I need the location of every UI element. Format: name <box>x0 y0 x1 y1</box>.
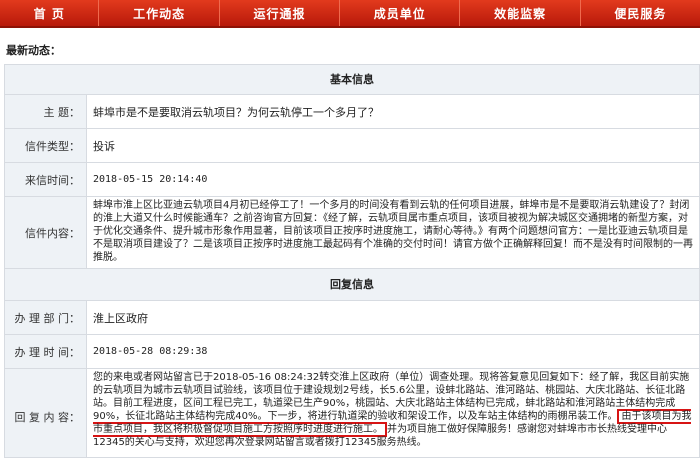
reply-content-text-before: 您的来电或者网站留言已于2018-05-16 08:24:32转交淮上区政府（单… <box>93 372 690 422</box>
letter-content-label: 信件内容： <box>5 197 87 268</box>
nav-item-efficiency-supervision[interactable]: 效能监察 <box>460 0 581 26</box>
nav-item-operation-report[interactable]: 运行通报 <box>220 0 341 26</box>
handling-time-value: 2018-05-28 08:29:38 <box>93 346 208 357</box>
top-nav-bar: 首 页 工作动态 运行通报 成员单位 效能监察 便民服务 <box>0 0 700 28</box>
handling-dept-label: 办 理 部 门： <box>5 301 87 334</box>
handling-time-row: 办 理 时 间： 2018-05-28 08:29:38 <box>5 335 699 369</box>
handling-dept-row: 办 理 部 门： 淮上区政府 <box>5 301 699 335</box>
letter-time-value: 2018-05-15 20:14:40 <box>93 174 208 185</box>
letter-type-row: 信件类型： 投诉 <box>5 129 699 163</box>
letter-time-row: 来信时间： 2018-05-15 20:14:40 <box>5 163 699 197</box>
handling-dept-value: 淮上区政府 <box>93 311 148 325</box>
letter-content-row: 信件内容： 蚌埠市淮上区比亚迪云轨项目4月初已经停工了！一个多月的时间没有看到云… <box>5 197 699 269</box>
nav-item-member-units[interactable]: 成员单位 <box>340 0 461 26</box>
nav-item-work-news[interactable]: 工作动态 <box>99 0 220 26</box>
letter-time-label: 来信时间： <box>5 163 87 196</box>
subject-value: 蚌埠市是不是要取消云轨项目？为何云轨停工一个多月了？ <box>93 105 379 119</box>
letter-type-value: 投诉 <box>93 139 115 153</box>
basic-info-heading: 基本信息 <box>5 65 699 95</box>
letter-type-label: 信件类型： <box>5 129 87 162</box>
reply-content-value: 您的来电或者网站留言已于2018-05-16 08:24:32转交淮上区政府（单… <box>87 369 699 457</box>
reply-info-heading: 回复信息 <box>5 269 699 301</box>
nav-item-home[interactable]: 首 页 <box>0 0 100 26</box>
subject-label: 主 题： <box>5 95 87 128</box>
letter-content-value: 蚌埠市淮上区比亚迪云轨项目4月初已经停工了！一个多月的时间没有看到云轨的任何项目… <box>93 200 693 263</box>
handling-time-label: 办 理 时 间： <box>5 335 87 368</box>
reply-content-row: 回 复 内 容： 您的来电或者网站留言已于2018-05-16 08:24:32… <box>5 369 699 457</box>
section-title: 最新动态： <box>6 44 61 57</box>
letter-detail-panel: 基本信息 主 题： 蚌埠市是不是要取消云轨项目？为何云轨停工一个多月了？ 信件类… <box>4 64 700 458</box>
reply-content-label: 回 复 内 容： <box>5 369 87 457</box>
subject-row: 主 题： 蚌埠市是不是要取消云轨项目？为何云轨停工一个多月了？ <box>5 95 699 129</box>
nav-item-public-service[interactable]: 便民服务 <box>581 0 700 26</box>
